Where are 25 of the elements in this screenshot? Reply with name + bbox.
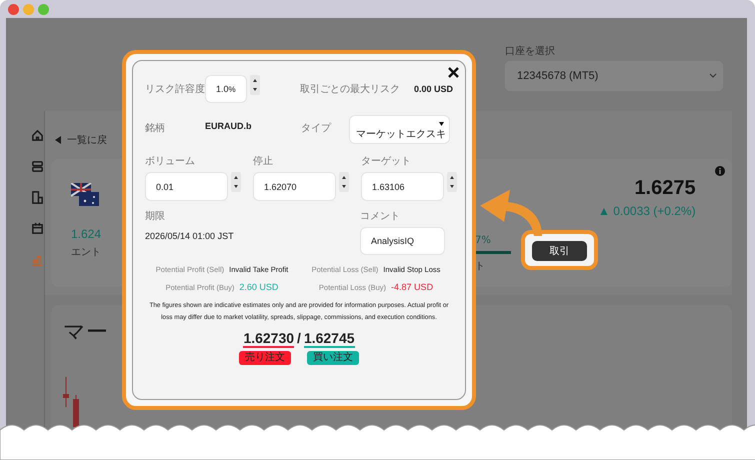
quote-price: 1.6275 [634,177,696,200]
sell-price: 1.62730 [243,330,294,348]
market-title: マー [63,319,108,347]
symbol-label: 銘柄 [145,122,166,135]
quote-change: ▲ 0.0033 (+0.2%) [598,204,696,218]
type-label: タイプ [301,122,332,135]
price-separator: / [297,330,301,348]
risk-label: リスク許容度 [145,82,205,96]
expiry-value: 2026/05/14 01:00 JST [145,231,235,241]
field-label: ターゲット [361,155,412,168]
expiry-label: 期限 [145,210,166,223]
buy-price: 1.62745 [304,330,355,348]
max-risk-label: 取引ごとの最大リスク [300,82,400,96]
entry-label: エント [71,246,101,259]
symbol-value: EURAUD.b [205,121,252,131]
estimate-value: -4.87 USD [391,282,434,292]
sentiment-label: ト [475,260,486,273]
field-label: ボリューム [145,155,196,168]
max-risk-value: 0.00 USD [414,84,453,94]
estimate-value: 2.60 USD [239,282,278,292]
account-label: 口座を選択 [505,44,556,58]
sentiment-value: 7% [475,235,492,246]
comment-label: コメント [360,210,401,223]
entry-price: 1.624 [71,226,102,241]
field-label: 停止 [253,154,274,168]
